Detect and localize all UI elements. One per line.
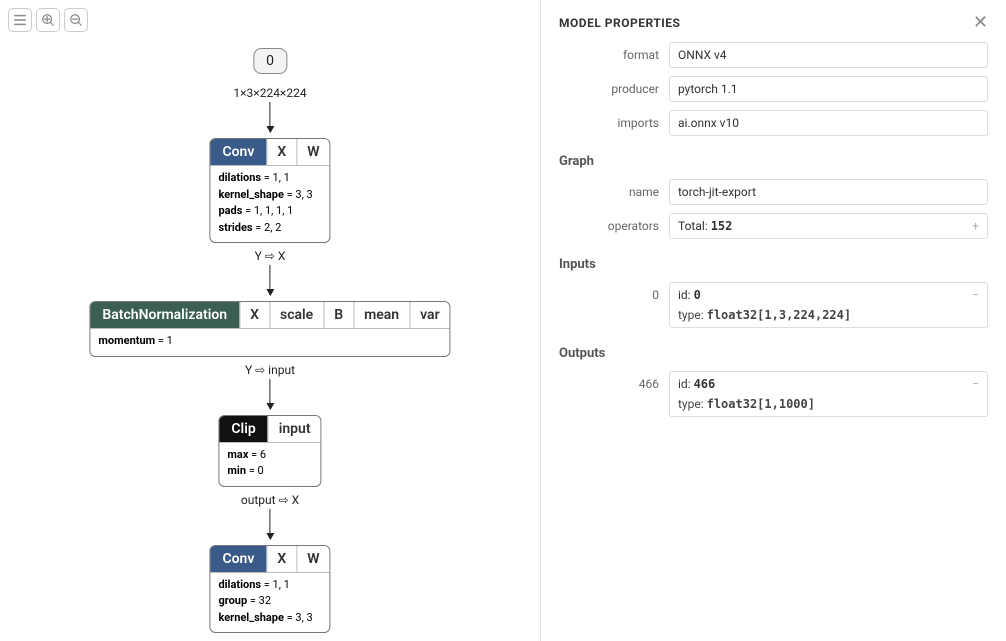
- port[interactable]: var: [409, 302, 449, 328]
- io-slot-label: 466: [559, 371, 659, 391]
- graph-node-batchnormalization[interactable]: BatchNormalizationXscaleBmeanvarmomentum…: [89, 301, 450, 357]
- node-attrs: dilations = 1, 1kernel_shape = 3, 3pads …: [210, 165, 329, 242]
- prop-value-imports: ai.onnx v10: [669, 110, 988, 136]
- prop-value-format: ONNX v4: [669, 42, 988, 68]
- edge-arrow: [270, 265, 271, 295]
- port[interactable]: W: [296, 546, 329, 572]
- edge-label: 1×3×224×224: [233, 86, 306, 100]
- prop-label-producer: producer: [559, 76, 659, 96]
- prop-value-producer: pytorch 1.1: [669, 76, 988, 102]
- graph-canvas[interactable]: 01×3×224×224ConvXWdilations = 1, 1kernel…: [0, 0, 540, 641]
- node-attrs: dilations = 1, 1group = 32kernel_shape =…: [210, 572, 329, 633]
- edge-arrow: [270, 509, 271, 539]
- port[interactable]: input: [268, 416, 321, 442]
- prop-label-imports: imports: [559, 110, 659, 130]
- graph-node-clip[interactable]: Clipinputmax = 6min = 0: [218, 415, 321, 487]
- minus-icon[interactable]: −: [972, 377, 979, 391]
- prop-value-graph-name: torch-jit-export: [669, 179, 988, 205]
- section-inputs: Inputs: [559, 257, 988, 272]
- port[interactable]: scale: [269, 302, 323, 328]
- prop-label-format: format: [559, 42, 659, 62]
- edge-label: Y ⇨ input: [245, 363, 295, 377]
- node-attrs: momentum = 1: [90, 328, 449, 356]
- graph-node-conv[interactable]: ConvXWdilations = 1, 1kernel_shape = 3, …: [209, 138, 330, 243]
- prop-label-graph-name: name: [559, 179, 659, 199]
- io-value[interactable]: id: 0−type: float32[1,3,224,224]: [669, 282, 988, 328]
- plus-icon[interactable]: +: [972, 219, 979, 233]
- close-icon[interactable]: ✕: [973, 14, 988, 32]
- op-name: BatchNormalization: [90, 302, 239, 328]
- io-slot-label: 0: [559, 282, 659, 302]
- minus-icon[interactable]: −: [972, 288, 979, 302]
- prop-value-operators[interactable]: Total: 152+: [669, 213, 988, 239]
- section-outputs: Outputs: [559, 346, 988, 361]
- port[interactable]: B: [323, 302, 353, 328]
- edge-label: Y ⇨ X: [255, 249, 286, 263]
- port[interactable]: mean: [353, 302, 409, 328]
- edge-label: output ⇨ X: [241, 493, 299, 507]
- properties-panel: MODEL PROPERTIES ✕ format ONNX v4 produc…: [540, 0, 1006, 641]
- op-name: Conv: [210, 546, 266, 572]
- port[interactable]: X: [239, 302, 269, 328]
- io-value[interactable]: id: 466−type: float32[1,1000]: [669, 371, 988, 417]
- edge-arrow: [270, 379, 271, 409]
- graph-input[interactable]: 0: [253, 48, 287, 74]
- graph-node-conv[interactable]: ConvXWdilations = 1, 1group = 32kernel_s…: [209, 545, 330, 634]
- op-name: Conv: [210, 139, 266, 165]
- port[interactable]: X: [266, 139, 296, 165]
- node-attrs: max = 6min = 0: [219, 442, 320, 486]
- viewport: { "toolbar": { "menu_tooltip": "Menu", "…: [0, 0, 1006, 641]
- port[interactable]: W: [296, 139, 329, 165]
- edge-arrow: [270, 102, 271, 132]
- op-name: Clip: [219, 416, 267, 442]
- panel-title: MODEL PROPERTIES: [559, 16, 680, 30]
- section-graph: Graph: [559, 154, 988, 169]
- port[interactable]: X: [266, 546, 296, 572]
- prop-label-operators: operators: [559, 213, 659, 233]
